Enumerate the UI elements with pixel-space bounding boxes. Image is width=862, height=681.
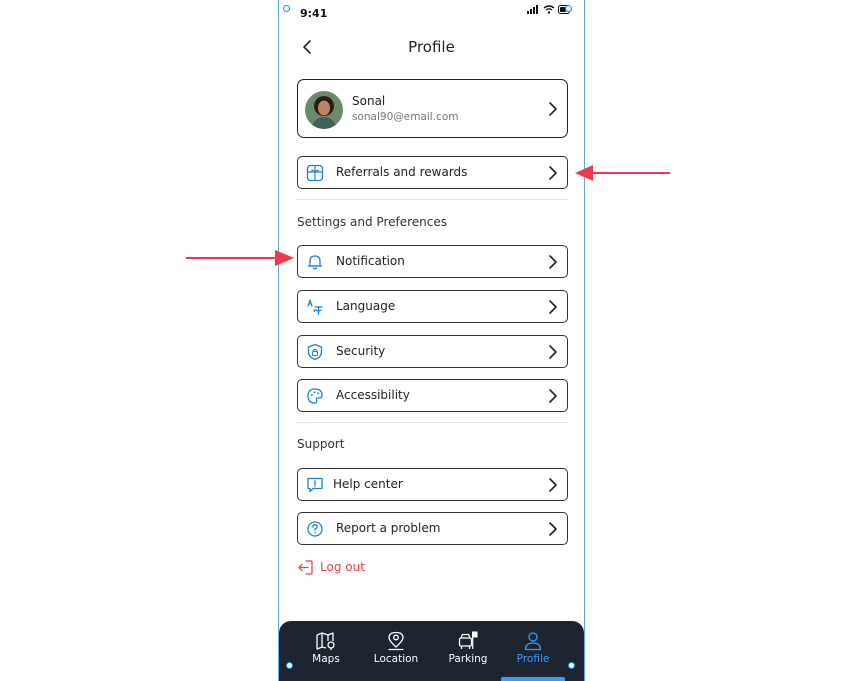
notification-label: Notification xyxy=(336,254,405,268)
bell-icon xyxy=(307,255,323,270)
signal-icon xyxy=(527,5,538,14)
divider xyxy=(297,422,568,423)
selection-handle xyxy=(565,5,572,12)
annotation-arrow-icon xyxy=(186,250,294,266)
chevron-right-icon xyxy=(549,389,557,403)
palette-icon xyxy=(307,388,323,404)
status-time: 9:41 xyxy=(300,7,328,20)
help-center-label: Help center xyxy=(333,477,403,491)
chevron-right-icon xyxy=(549,522,557,536)
nav-label: Profile xyxy=(516,653,550,665)
parking-icon xyxy=(458,631,478,649)
chevron-right-icon xyxy=(549,255,557,269)
logout-label: Log out xyxy=(320,560,365,574)
nav-item-profile[interactable]: Profile xyxy=(503,631,563,665)
avatar xyxy=(305,91,343,129)
nav-label: Parking xyxy=(448,653,488,665)
shield-icon xyxy=(307,343,323,361)
chevron-right-icon xyxy=(549,166,557,180)
selection-handle xyxy=(568,662,575,669)
chevron-right-icon xyxy=(549,300,557,314)
nav-item-maps[interactable]: Maps xyxy=(296,631,356,665)
wifi-icon xyxy=(543,5,555,14)
help-chat-icon xyxy=(307,477,323,493)
settings-section-title: Settings and Preferences xyxy=(297,215,447,229)
settings-item-security[interactable]: Security xyxy=(297,335,568,368)
bottom-nav: Maps Location Parking Profile xyxy=(279,621,584,681)
logout-icon xyxy=(298,559,313,575)
header: Profile xyxy=(279,30,584,64)
nav-item-location[interactable]: Location xyxy=(366,631,426,665)
user-icon xyxy=(524,632,542,651)
translate-icon xyxy=(307,299,323,315)
support-item-help-center[interactable]: Help center xyxy=(297,468,568,501)
selection-handle xyxy=(286,662,293,669)
support-item-report-problem[interactable]: Report a problem xyxy=(297,512,568,545)
nav-item-parking[interactable]: Parking xyxy=(438,631,498,665)
support-section-title: Support xyxy=(297,437,345,451)
location-pin-icon xyxy=(388,631,404,651)
nav-label: Maps xyxy=(312,653,340,665)
chevron-right-icon xyxy=(549,102,557,116)
accessibility-label: Accessibility xyxy=(336,388,410,402)
settings-item-accessibility[interactable]: Accessibility xyxy=(297,379,568,412)
question-circle-icon xyxy=(307,521,323,537)
gift-icon xyxy=(306,164,324,182)
settings-item-language[interactable]: Language xyxy=(297,290,568,323)
logout-button[interactable]: Log out xyxy=(297,558,365,576)
annotation-arrow-icon xyxy=(575,165,670,181)
referrals-row[interactable]: Referrals and rewards xyxy=(297,156,568,189)
referrals-label: Referrals and rewards xyxy=(336,165,468,179)
map-icon xyxy=(316,632,335,650)
report-problem-label: Report a problem xyxy=(336,521,441,535)
profile-name: Sonal xyxy=(352,94,386,108)
nav-label: Location xyxy=(373,653,419,665)
profile-email: sonal90@email.com xyxy=(352,111,459,123)
security-label: Security xyxy=(336,344,386,358)
settings-item-notification[interactable]: Notification xyxy=(297,245,568,278)
phone-screen: 9:41 Profile Sonal sonal90@email.com Ref… xyxy=(278,0,585,681)
profile-card[interactable]: Sonal sonal90@email.com xyxy=(297,79,568,138)
selection-handle xyxy=(283,5,290,12)
active-tab-indicator xyxy=(501,677,565,681)
chevron-right-icon xyxy=(549,478,557,492)
chevron-right-icon xyxy=(549,345,557,359)
status-bar: 9:41 xyxy=(279,0,584,26)
page-title: Profile xyxy=(408,38,455,56)
divider xyxy=(297,199,568,200)
language-label: Language xyxy=(336,299,396,313)
